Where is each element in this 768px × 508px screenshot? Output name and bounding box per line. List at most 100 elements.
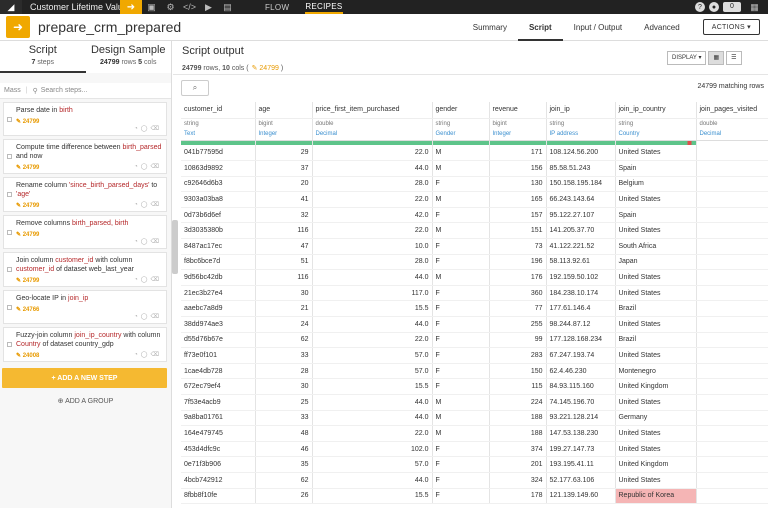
- table-cell[interactable]: M: [432, 160, 490, 177]
- table-cell[interactable]: 102.0: [312, 441, 433, 458]
- table-cell[interactable]: United States: [615, 191, 697, 208]
- table-cell[interactable]: [696, 363, 768, 380]
- table-cell[interactable]: 188: [489, 425, 547, 442]
- table-cell[interactable]: F: [432, 238, 490, 255]
- script-tab[interactable]: Script 7 steps: [0, 41, 86, 73]
- table-cell[interactable]: 48: [255, 425, 313, 442]
- table-cell[interactable]: United States: [615, 285, 697, 302]
- script-step[interactable]: Rename column 'since_birth_parsed_days' …: [3, 177, 167, 212]
- table-cell[interactable]: 93.221.128.214: [546, 410, 616, 427]
- column-header[interactable]: join_pages_visited: [696, 102, 768, 119]
- table-cell[interactable]: 151: [489, 222, 547, 240]
- table-cell[interactable]: 52.177.63.106: [546, 472, 616, 489]
- table-cell[interactable]: 117.0: [312, 285, 433, 302]
- table-row[interactable]: 672ec79ef4 30 15.5 F 115 84.93.115.160 United …: [181, 378, 768, 395]
- table-cell[interactable]: 171: [489, 145, 547, 162]
- table-row[interactable]: 0d73b6d6ef 32 42.0 F 157 95.122.27.107 Spain: [181, 207, 768, 224]
- table-cell[interactable]: 8487ac17ec: [181, 238, 256, 255]
- table-cell[interactable]: 0e71f3b906: [181, 456, 256, 473]
- table-cell[interactable]: 201: [489, 456, 547, 473]
- script-step[interactable]: Geo-locate IP in join_ip ✎ 24766 ◔◯⌫: [3, 290, 167, 324]
- table-cell[interactable]: Spain: [615, 207, 697, 224]
- tab-script[interactable]: Script: [517, 14, 563, 41]
- table-cell[interactable]: United States: [615, 472, 697, 489]
- table-cell[interactable]: 192.159.50.102: [546, 269, 616, 286]
- app-logo[interactable]: ◢: [0, 0, 22, 14]
- table-cell[interactable]: 7f53e4acb9: [181, 394, 256, 411]
- table-cell[interactable]: 62: [255, 472, 313, 489]
- table-cell[interactable]: [696, 269, 768, 286]
- table-cell[interactable]: 9a8ba01761: [181, 410, 256, 427]
- step-checkbox[interactable]: [6, 267, 12, 272]
- table-cell[interactable]: M: [432, 410, 490, 427]
- step-checkbox[interactable]: [6, 229, 12, 235]
- step-action-icons[interactable]: ◔◯⌫: [134, 125, 162, 132]
- table-cell[interactable]: 57.0: [312, 456, 433, 473]
- table-cell[interactable]: 4bcb742912: [181, 472, 256, 489]
- settings-icon[interactable]: ⚙: [161, 2, 180, 13]
- add-step-button[interactable]: + ADD A NEW STEP: [2, 368, 167, 388]
- table-cell[interactable]: 150.158.195.184: [546, 176, 616, 193]
- table-cell[interactable]: 57.0: [312, 363, 433, 380]
- table-cell[interactable]: 108.124.56.200: [546, 145, 616, 162]
- step-checkbox[interactable]: [6, 342, 12, 347]
- step-checkbox[interactable]: [6, 154, 12, 159]
- table-cell[interactable]: M: [432, 145, 490, 162]
- table-cell[interactable]: Germany: [615, 410, 697, 427]
- table-cell[interactable]: 147.53.138.230: [546, 425, 616, 442]
- table-cell[interactable]: F: [432, 378, 490, 395]
- table-cell[interactable]: F: [432, 472, 490, 489]
- table-cell[interactable]: 10863d9892: [181, 160, 256, 177]
- table-cell[interactable]: 95.122.27.107: [546, 207, 616, 224]
- table-row[interactable]: 0e71f3b906 35 57.0 F 201 193.195.41.11 United …: [181, 456, 768, 473]
- table-cell[interactable]: 374: [489, 441, 547, 458]
- table-cell[interactable]: United States: [615, 394, 697, 411]
- table-cell[interactable]: 193.195.41.11: [546, 456, 616, 473]
- table-cell[interactable]: 41: [255, 191, 313, 208]
- table-cell[interactable]: 15.5: [312, 488, 433, 505]
- table-cell[interactable]: 150: [489, 363, 547, 380]
- table-cell[interactable]: 21: [255, 300, 313, 318]
- table-cell[interactable]: 99: [489, 332, 547, 349]
- project-name[interactable]: Customer Lifetime Value: [22, 2, 120, 12]
- script-step[interactable]: Parse date in birth ✎ 24799 ◔◯⌫: [3, 102, 167, 136]
- table-cell[interactable]: M: [432, 269, 490, 286]
- table-cell[interactable]: 20: [255, 176, 313, 193]
- column-meaning[interactable]: IP address: [546, 129, 616, 141]
- table-cell[interactable]: 57.0: [312, 347, 433, 364]
- table-cell[interactable]: [696, 238, 768, 255]
- table-cell[interactable]: [696, 332, 768, 349]
- column-header[interactable]: join_ip_country: [615, 102, 697, 119]
- table-cell[interactable]: United States: [615, 222, 697, 240]
- table-cell[interactable]: [696, 222, 768, 240]
- filter-search-icon[interactable]: ⌕: [181, 80, 209, 96]
- table-cell[interactable]: 453d4dfc9c: [181, 441, 256, 458]
- table-cell[interactable]: 184.238.10.174: [546, 285, 616, 302]
- nav-flow[interactable]: FLOW: [265, 3, 289, 12]
- recipe-icon[interactable]: ➜: [120, 0, 142, 14]
- table-cell[interactable]: F: [432, 316, 490, 333]
- table-cell[interactable]: 196: [489, 254, 547, 271]
- table-cell[interactable]: 98.244.87.12: [546, 316, 616, 333]
- table-row[interactable]: d55d76b67e 62 22.0 F 99 177.128.168.234 Brazil: [181, 332, 768, 349]
- table-cell[interactable]: 41.122.221.52: [546, 238, 616, 255]
- table-cell[interactable]: F: [432, 456, 490, 473]
- table-cell[interactable]: [696, 472, 768, 489]
- table-cell[interactable]: Brazil: [615, 332, 697, 349]
- table-cell[interactable]: d55d76b67e: [181, 332, 256, 349]
- column-meaning[interactable]: Country: [615, 129, 697, 141]
- table-cell[interactable]: F: [432, 441, 490, 458]
- table-cell[interactable]: 255: [489, 316, 547, 333]
- table-cell[interactable]: 041b77595d: [181, 145, 256, 162]
- table-cell[interactable]: 15.5: [312, 378, 433, 395]
- table-cell[interactable]: [696, 254, 768, 271]
- table-cell[interactable]: 360: [489, 285, 547, 302]
- table-cell[interactable]: 224: [489, 394, 547, 411]
- table-cell[interactable]: [696, 160, 768, 177]
- column-header[interactable]: age: [255, 102, 313, 119]
- table-cell[interactable]: 15.5: [312, 300, 433, 318]
- table-cell[interactable]: United States: [615, 441, 697, 458]
- mass-action-toggle[interactable]: Mass: [4, 87, 21, 94]
- column-meaning[interactable]: Text: [181, 129, 256, 141]
- table-cell[interactable]: 67.247.193.74: [546, 347, 616, 364]
